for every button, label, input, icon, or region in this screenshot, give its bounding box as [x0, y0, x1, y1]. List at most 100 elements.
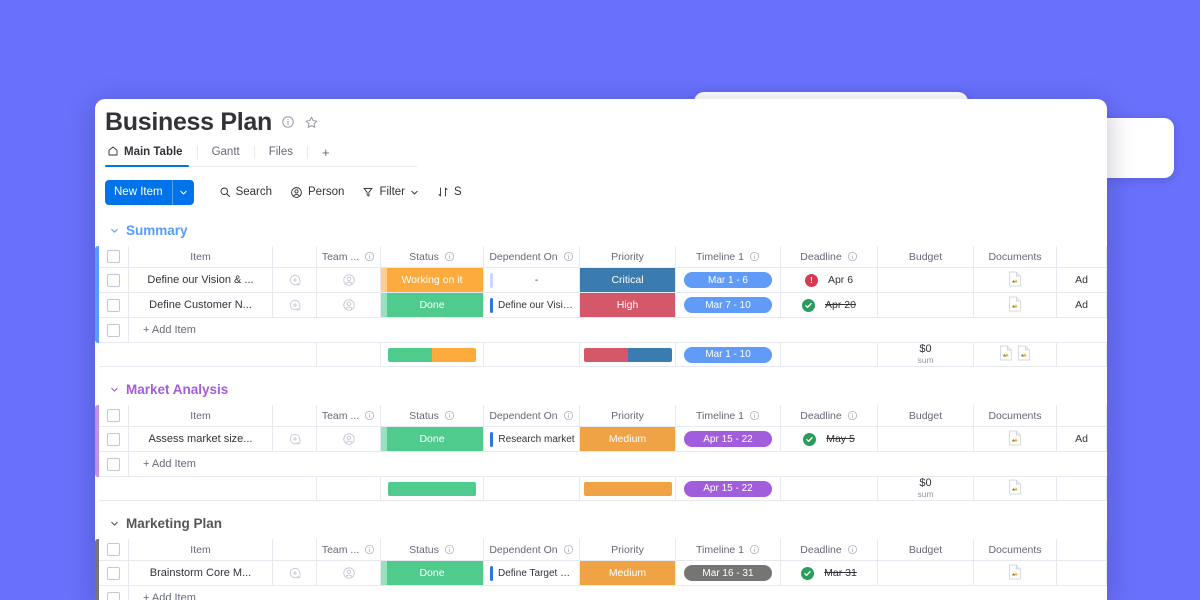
column-header-team-[interactable]: Team ... — [317, 246, 381, 268]
document-icon[interactable] — [1017, 345, 1031, 364]
person-button[interactable]: Person — [281, 180, 353, 205]
info-circle-icon[interactable] — [444, 251, 455, 262]
add-item-button[interactable]: + Add Item — [129, 452, 1107, 477]
item-name-cell[interactable]: Brainstorm Core M... — [129, 561, 273, 586]
column-header-item[interactable]: Item — [129, 246, 273, 268]
add-item-checkbox[interactable] — [107, 457, 120, 471]
budget-cell[interactable] — [878, 427, 974, 452]
column-header-budget[interactable]: Budget — [878, 405, 974, 427]
timeline-cell[interactable]: Mar 1 - 6 — [676, 268, 781, 293]
column-header-status[interactable]: Status — [381, 539, 484, 561]
column-header-team-[interactable]: Team ... — [317, 539, 381, 561]
column-header-team-[interactable]: Team ... — [317, 405, 381, 427]
document-icon[interactable] — [1008, 430, 1022, 449]
row-checkbox[interactable] — [107, 298, 120, 312]
status-cell[interactable]: Done — [381, 427, 484, 452]
extra-column-cell[interactable]: Ad — [1057, 268, 1107, 293]
summary-priority-distribution[interactable] — [580, 477, 676, 501]
info-circle-icon[interactable] — [444, 410, 455, 421]
deadline-cell[interactable]: ! Apr 6 — [781, 268, 878, 293]
summary-budget[interactable]: $0 sum — [878, 477, 974, 501]
column-header-status[interactable]: Status — [381, 246, 484, 268]
add-item-checkbox[interactable] — [107, 591, 120, 600]
deadline-cell[interactable]: Apr 20 — [781, 293, 878, 318]
column-header-item[interactable]: Item — [129, 405, 273, 427]
budget-cell[interactable] — [878, 561, 974, 586]
info-circle-icon[interactable] — [749, 410, 760, 421]
summary-status-distribution[interactable] — [381, 477, 484, 501]
add-item-row[interactable]: + Add Item — [95, 586, 1107, 600]
column-header-deadline[interactable]: Deadline — [781, 539, 878, 561]
extra-column-cell[interactable]: Ad — [1057, 293, 1107, 318]
document-icon[interactable] — [1008, 479, 1022, 498]
tab-files[interactable]: Files — [255, 143, 307, 166]
column-header-budget[interactable]: Budget — [878, 246, 974, 268]
info-circle-icon[interactable] — [563, 544, 574, 555]
info-circle-icon[interactable] — [281, 115, 295, 129]
add-item-row[interactable]: + Add Item — [95, 318, 1107, 343]
avatar-icon[interactable] — [342, 273, 356, 287]
updates-cell[interactable] — [273, 268, 317, 293]
column-header-dependent-on[interactable]: Dependent On — [484, 246, 580, 268]
column-header-last[interactable] — [1057, 405, 1107, 427]
info-circle-icon[interactable] — [847, 251, 858, 262]
column-header-upd[interactable] — [273, 539, 317, 561]
status-cell[interactable]: Done — [381, 293, 484, 318]
documents-cell[interactable] — [974, 427, 1057, 452]
info-circle-icon[interactable] — [749, 251, 760, 262]
deadline-cell[interactable]: May 5 — [781, 427, 878, 452]
document-icon[interactable] — [1008, 564, 1022, 583]
dependent-on-cell[interactable]: Define our Visio... — [484, 293, 580, 318]
add-update-icon[interactable] — [288, 298, 302, 312]
document-icon[interactable] — [1008, 296, 1022, 315]
timeline-cell[interactable]: Mar 16 - 31 — [676, 561, 781, 586]
extra-column-cell[interactable] — [1057, 561, 1107, 586]
tab-gantt[interactable]: Gantt — [198, 143, 254, 166]
item-name-cell[interactable]: Assess market size... — [129, 427, 273, 452]
avatar-icon[interactable] — [342, 566, 356, 580]
column-header-priority[interactable]: Priority — [580, 246, 676, 268]
summary-budget[interactable]: $0 sum — [878, 343, 974, 367]
team-cell[interactable] — [317, 427, 381, 452]
documents-cell[interactable] — [974, 268, 1057, 293]
column-header-documents[interactable]: Documents — [974, 246, 1057, 268]
column-header-last[interactable] — [1057, 246, 1107, 268]
column-header-priority[interactable]: Priority — [580, 539, 676, 561]
documents-cell[interactable] — [974, 293, 1057, 318]
updates-cell[interactable] — [273, 561, 317, 586]
row-checkbox[interactable] — [107, 432, 120, 446]
sort-button[interactable]: S — [428, 180, 471, 205]
team-cell[interactable] — [317, 561, 381, 586]
column-header-documents[interactable]: Documents — [974, 539, 1057, 561]
status-cell[interactable]: Done — [381, 561, 484, 586]
column-header-upd[interactable] — [273, 405, 317, 427]
budget-cell[interactable] — [878, 268, 974, 293]
timeline-cell[interactable]: Mar 7 - 10 — [676, 293, 781, 318]
add-update-icon[interactable] — [288, 566, 302, 580]
team-cell[interactable] — [317, 293, 381, 318]
summary-documents[interactable] — [974, 343, 1057, 367]
column-header-last[interactable] — [1057, 539, 1107, 561]
column-header-dependent-on[interactable]: Dependent On — [484, 539, 580, 561]
column-header-deadline[interactable]: Deadline — [781, 246, 878, 268]
timeline-cell[interactable]: Apr 15 - 22 — [676, 427, 781, 452]
priority-cell[interactable]: Critical — [580, 268, 676, 293]
column-header-upd[interactable] — [273, 246, 317, 268]
avatar-icon[interactable] — [342, 298, 356, 312]
info-circle-icon[interactable] — [847, 544, 858, 555]
column-header-status[interactable]: Status — [381, 405, 484, 427]
team-cell[interactable] — [317, 268, 381, 293]
dependent-on-cell[interactable]: Research market — [484, 427, 580, 452]
deadline-cell[interactable]: Mar 31 — [781, 561, 878, 586]
item-name-cell[interactable]: Define Customer N... — [129, 293, 273, 318]
item-name-cell[interactable]: Define our Vision & ... — [129, 268, 273, 293]
search-button[interactable]: Search — [210, 180, 281, 205]
priority-cell[interactable]: Medium — [580, 427, 676, 452]
add-item-checkbox[interactable] — [107, 323, 120, 337]
priority-cell[interactable]: Medium — [580, 561, 676, 586]
status-cell[interactable]: Working on it — [381, 268, 484, 293]
column-header-timeline-1[interactable]: Timeline 1 — [676, 405, 781, 427]
document-icon[interactable] — [1008, 271, 1022, 290]
info-circle-icon[interactable] — [563, 251, 574, 262]
select-all-checkbox[interactable] — [107, 543, 120, 556]
